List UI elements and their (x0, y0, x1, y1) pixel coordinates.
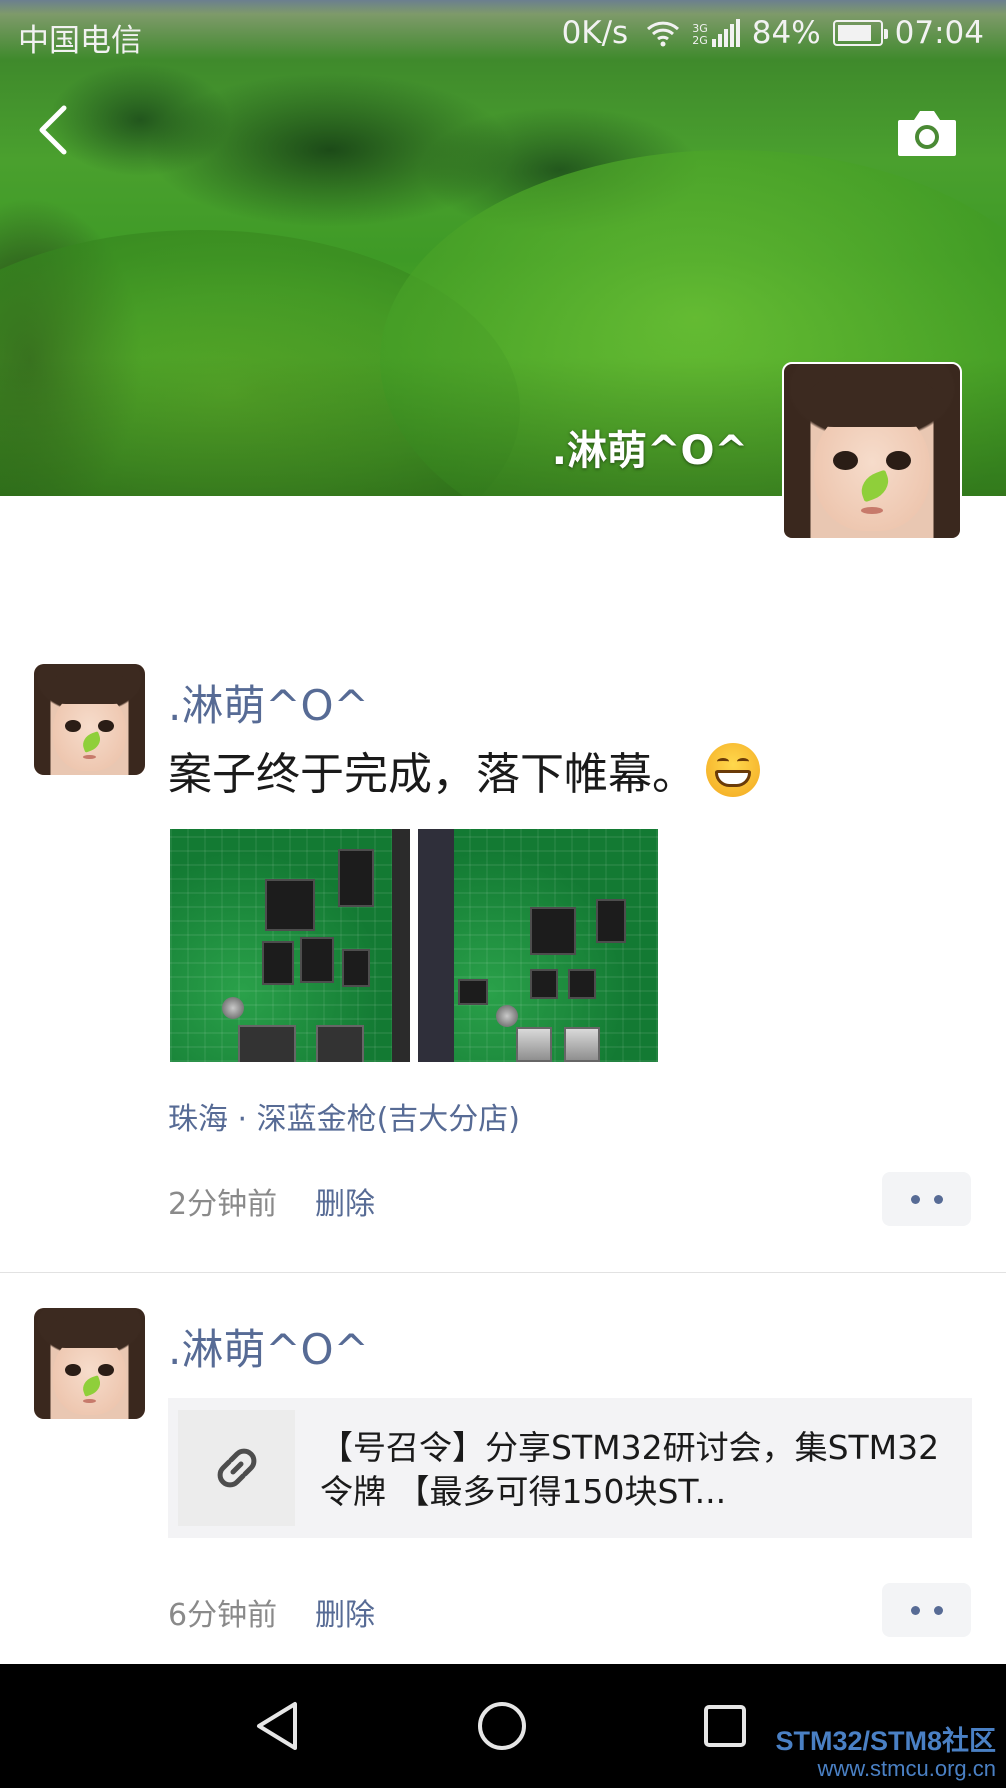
watermark-line-2: www.stmcu.org.cn (817, 1756, 997, 1781)
link-thumbnail (178, 1410, 295, 1526)
link-title: 【号召令】分享STM32研讨会，集STM32令牌 【最多可得150块ST... (320, 1428, 940, 1511)
link-icon (217, 1448, 256, 1488)
post-author[interactable]: .淋萌^O^ (168, 1316, 369, 1377)
delete-button[interactable]: 删除 (315, 1590, 375, 1634)
watermark: STM32/STM8社区 www.stmcu.org.cn (775, 1726, 996, 1782)
more-options-button[interactable] (882, 1583, 971, 1637)
watermark-line-1: STM32/STM8社区 (775, 1726, 996, 1756)
shared-link-card[interactable]: 【号召令】分享STM32研讨会，集STM32令牌 【最多可得150块ST... (168, 1398, 972, 1538)
square-recent-icon[interactable] (693, 1694, 757, 1758)
circle-home-icon[interactable] (470, 1694, 534, 1758)
navigation-bar: STM32/STM8社区 www.stmcu.org.cn (0, 1664, 1006, 1788)
triangle-back-icon[interactable] (247, 1694, 311, 1758)
post-time: 6分钟前 (168, 1598, 278, 1633)
moment-post-2: .淋萌^O^ 【号召令】分享STM32研讨会，集STM32令牌 【最多可得150… (0, 0, 1006, 1664)
post-avatar[interactable] (34, 1308, 145, 1419)
